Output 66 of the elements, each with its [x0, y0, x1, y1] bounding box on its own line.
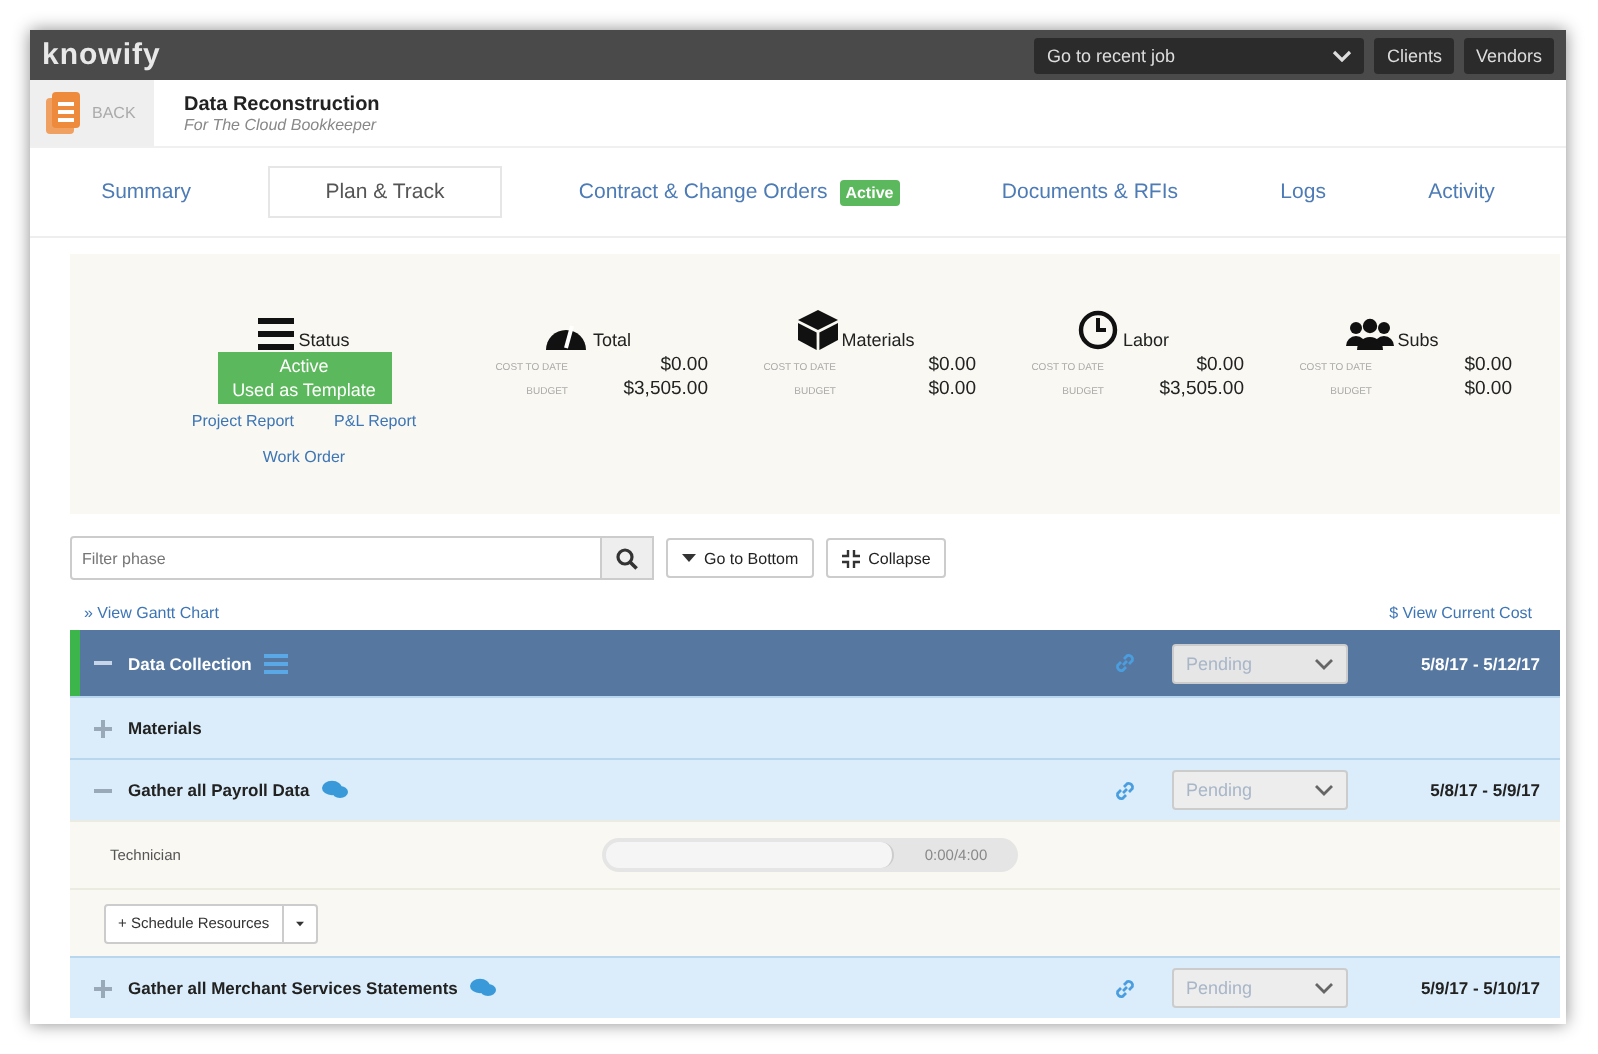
stat-label: Materials: [841, 330, 915, 350]
stat-value: $0.00: [1194, 354, 1244, 376]
stat-value: $3,505.00: [621, 378, 708, 400]
menu-icon: [258, 318, 295, 350]
expand-button[interactable]: [90, 715, 116, 741]
row-name: Gather all Merchant Services Statements: [128, 978, 458, 998]
toolbar-button[interactable]: Go to Bottom: [666, 538, 815, 578]
client-name: For The Cloud Bookkeeper: [184, 115, 379, 133]
stat-value: $0.00: [658, 354, 708, 376]
expand-button[interactable]: [90, 975, 116, 1001]
stat-label: Status: [298, 330, 350, 350]
plus-icon: [94, 719, 112, 737]
gantt-link[interactable]: » View Gantt Chart: [84, 604, 219, 622]
stat-label: Labor: [1122, 330, 1170, 350]
job-title: Data Reconstruction: [184, 93, 380, 115]
filter-field[interactable]: Filter phase: [70, 536, 602, 580]
tab[interactable]: Logs: [1254, 168, 1352, 216]
toolbar-button[interactable]: Collapse: [826, 538, 947, 578]
row-name: Gather all Payroll Data: [128, 780, 310, 800]
nav-button[interactable]: Clients: [1374, 37, 1454, 73]
chevron-icon: [1332, 49, 1353, 61]
comment-icon[interactable]: [469, 978, 496, 998]
date-range: 5/9/17 - 5/10/17: [1418, 978, 1540, 998]
stat-label: Subs: [1397, 330, 1439, 350]
row-name: Data Collection: [128, 653, 252, 673]
tab[interactable]: Contract & Change Orders Active: [552, 167, 926, 217]
chevron-icon: [1314, 784, 1334, 796]
chevron-icon: [1314, 982, 1334, 994]
stat-value: $0.00: [1462, 354, 1512, 376]
row-name: Materials: [128, 718, 202, 738]
stat-value: $0.00: [926, 354, 976, 376]
recent-job-dropdown[interactable]: Go to recent job: [1034, 37, 1365, 73]
tab[interactable]: Summary: [75, 168, 218, 216]
date-range: 5/8/17 - 5/12/17: [1418, 653, 1540, 673]
link-icon[interactable]: [1114, 652, 1136, 674]
document-icon: [46, 91, 82, 135]
stat-value: $0.00: [1462, 378, 1512, 400]
plus-icon: [94, 979, 112, 997]
stat-value: $3,505.00: [1157, 378, 1244, 400]
report-link[interactable]: Work Order: [262, 448, 346, 466]
box-icon: [797, 310, 838, 350]
caret-icon: [295, 919, 304, 927]
cost-link[interactable]: $ View Current Cost: [1389, 604, 1532, 622]
caret-icon: [682, 554, 696, 562]
tab[interactable]: Documents & RFIs: [975, 168, 1204, 216]
link-icon[interactable]: [1114, 779, 1136, 801]
search-button[interactable]: [602, 536, 654, 580]
collapse-icon: [842, 549, 861, 567]
status-badge: Active Used as Template: [217, 352, 391, 404]
report-link[interactable]: P&L Report: [334, 412, 417, 430]
logo: knowify: [42, 38, 161, 72]
stat-value: $0.00: [926, 378, 976, 400]
report-link[interactable]: Project Report: [191, 412, 295, 430]
list-icon[interactable]: [263, 653, 288, 673]
link-icon[interactable]: [1114, 977, 1136, 999]
stat-label: Total: [592, 330, 631, 350]
comment-icon[interactable]: [321, 780, 348, 800]
nav-button[interactable]: Vendors: [1463, 37, 1554, 73]
chevron-icon: [1314, 657, 1334, 669]
search-icon: [616, 547, 638, 569]
date-range: 5/8/17 - 5/9/17: [1428, 780, 1540, 800]
clock-icon: [1078, 310, 1119, 350]
tab[interactable]: Activity: [1402, 168, 1521, 216]
tab[interactable]: Plan & Track: [267, 166, 503, 218]
status-badge: Active: [839, 179, 900, 205]
people-icon: [1345, 318, 1394, 350]
